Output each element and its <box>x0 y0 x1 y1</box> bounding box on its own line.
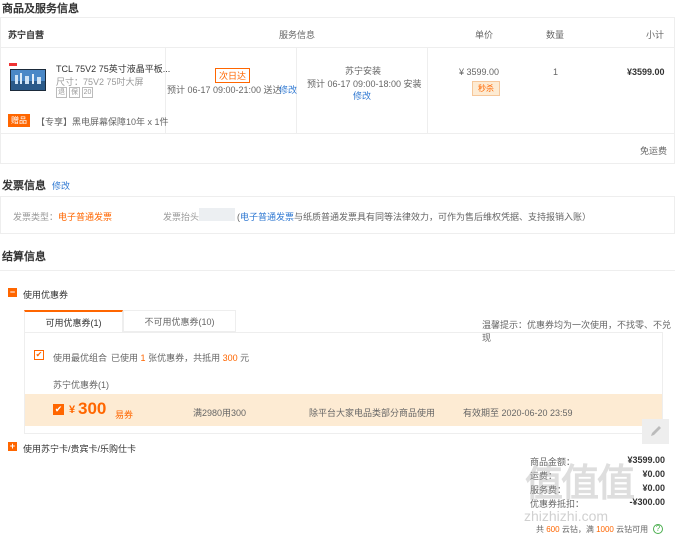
delivery-modify-link[interactable]: 修改 <box>279 83 297 96</box>
best-combo-checkbox[interactable]: ✔ <box>34 350 44 360</box>
coupon-currency: ¥ <box>69 404 76 416</box>
header-price: 单价 <box>475 30 494 40</box>
best-combo-pre: 已使用 <box>111 353 139 363</box>
return-tag-icon: 退 <box>56 87 67 98</box>
coupon-scope: 除平台大家电品类部分商品使用 <box>309 408 436 418</box>
header-subtotal: 小计 <box>646 30 665 40</box>
summary-service-label: 服务费： <box>530 485 567 495</box>
summary-goods-label: 商品金额： <box>530 457 576 467</box>
coupon-toggle-label[interactable]: 使用优惠券 <box>23 288 68 301</box>
best-combo-mid: 张优惠券，共抵用 <box>148 353 221 363</box>
summary-service-value: ¥0.00 <box>642 483 665 493</box>
invoice-note: (电子普通发票与纸质普通发票具有同等法律效力，可作为售后维权凭据、支持报销入账） <box>237 210 591 223</box>
coupon-type: 易券 <box>115 410 134 420</box>
best-combo-count: 1 <box>140 353 146 363</box>
next-day-badge: 次日达 <box>215 68 251 83</box>
pencil-icon <box>649 424 663 440</box>
summary-row: 商品金额： ¥3599.00 <box>530 455 665 469</box>
tab-available-coupons[interactable]: 可用优惠券(1) <box>24 310 123 332</box>
summary-row: 服务费： ¥0.00 <box>530 483 665 497</box>
summary-coupon-label: 优惠券抵扣： <box>530 499 585 509</box>
days-tag-icon: 20 <box>82 87 93 98</box>
coupon-group-title: 苏宁优惠券(1) <box>53 380 109 390</box>
unit-price: ¥ 3599.00 <box>459 67 500 77</box>
flash-sale-badge: 秒杀 <box>472 81 500 96</box>
product-image[interactable] <box>9 63 47 93</box>
summary-row: 运费： ¥0.00 <box>530 469 665 483</box>
cloud-mid: 云钻，满 <box>561 525 594 534</box>
goods-table <box>0 17 675 164</box>
coupon-amount: 300 <box>78 399 107 418</box>
summary-freight-label: 运费： <box>530 471 558 481</box>
gift-badge: 赠品 <box>8 114 30 127</box>
cloud-pre: 共 <box>536 525 544 534</box>
delivery-estimate: 预计 06-17 09:00-21:00 送达 <box>167 85 282 95</box>
product-name[interactable]: TCL 75V2 75英寸液晶平板... <box>56 62 170 75</box>
invoice-modify-link[interactable]: 修改 <box>52 179 70 192</box>
cloud-diamond-note: 共 600 云钻，满 1000 云钻可用 <box>536 524 648 535</box>
header-service: 服务信息 <box>279 30 316 40</box>
settle-section-title: 结算信息 <box>2 251 46 263</box>
edit-floating-button[interactable] <box>642 419 669 444</box>
best-combo-amount: 300 <box>222 353 238 363</box>
invoice-note-text: 与纸质普通发票具有同等法律效力，可作为售后维权凭据、支持报销入账） <box>294 212 592 222</box>
install-title: 苏宁安装 <box>345 66 382 76</box>
invoice-section-title: 发票信息 <box>2 180 46 192</box>
coupon-validity: 有效期至 2020-06-20 23:59 <box>463 408 573 418</box>
store-name: 苏宁自营 <box>8 30 45 40</box>
warranty-tag-icon: 保 <box>69 87 80 98</box>
summary-goods-value: ¥3599.00 <box>627 455 665 465</box>
summary-freight-value: ¥0.00 <box>642 469 665 479</box>
header-quantity: 数量 <box>546 30 565 40</box>
summary-coupon-value: -¥300.00 <box>629 497 665 507</box>
order-summary: 商品金额： ¥3599.00 运费： ¥0.00 服务费： ¥0.00 优惠券抵扣： -… <box>530 455 665 511</box>
invoice-type-label: 发票类型： <box>13 212 59 222</box>
coupon-checkbox[interactable]: ✔ <box>53 404 64 415</box>
cloud-count: 600 <box>546 525 560 534</box>
invoice-type-value: 电子普通发票 <box>58 212 113 222</box>
help-icon[interactable]: ? <box>653 524 663 534</box>
freight-text: 免运费 <box>640 146 668 156</box>
invoice-header-redacted <box>199 208 235 221</box>
invoice-note-link[interactable]: 电子普通发票 <box>240 212 294 222</box>
install-modify-link[interactable]: 修改 <box>353 89 371 102</box>
coupon-rule: 满2980用300 <box>193 408 247 418</box>
product-tags: 退 保 20 <box>56 87 95 98</box>
gift-text: 【专享】黑电屏幕保障10年 x 1件 <box>36 117 169 127</box>
goods-section-title: 商品及服务信息 <box>2 3 79 15</box>
card-toggle-label[interactable]: 使用苏宁卡/贵宾卡/乐购仕卡 <box>23 442 136 455</box>
best-combo-summary: 已使用 1 张优惠券，共抵用 300 元 <box>111 351 249 364</box>
subtotal-value: ¥3599.00 <box>627 67 665 77</box>
summary-row: 优惠券抵扣： -¥300.00 <box>530 497 665 511</box>
best-combo-unit: 元 <box>240 353 250 363</box>
cloud-limit: 1000 <box>596 525 614 534</box>
tab-unavailable-coupons[interactable]: 不可用优惠券(10) <box>123 310 236 332</box>
quantity-value: 1 <box>553 67 559 77</box>
coupon-collapse-icon[interactable]: − <box>8 288 17 297</box>
best-combo-label[interactable]: 使用最优组合 <box>53 351 107 364</box>
card-expand-icon[interactable]: + <box>8 442 17 451</box>
cloud-post: 云钻可用 <box>616 525 649 534</box>
